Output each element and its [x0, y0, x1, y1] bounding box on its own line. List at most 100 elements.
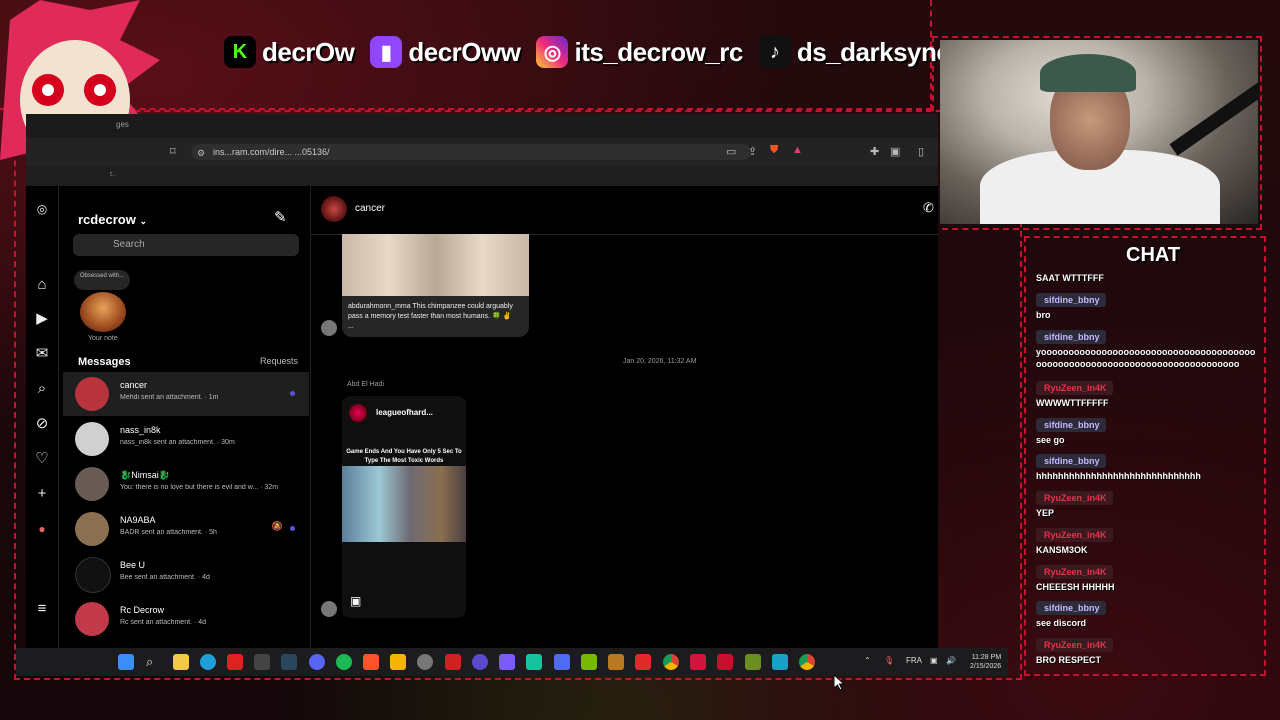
app-icon[interactable] — [717, 654, 733, 670]
instagram-handle: its_decrow_rc — [574, 36, 743, 67]
app-icon[interactable] — [772, 654, 788, 670]
brave-shield-icon[interactable]: ⛊ — [770, 144, 778, 157]
network-icon[interactable]: ▣ — [930, 656, 938, 665]
social-tiktok: ♪ ds_darksync — [758, 36, 951, 68]
reels-icon: ▣ — [350, 594, 362, 608]
note-avatar[interactable] — [80, 292, 126, 332]
reel-thumbnail — [342, 466, 466, 542]
chat-name[interactable]: cancer — [355, 203, 385, 214]
app-icon[interactable] — [254, 654, 270, 670]
edge-icon[interactable] — [200, 654, 216, 670]
reel-account-avatar — [349, 404, 367, 422]
windows-start-icon[interactable] — [118, 654, 134, 670]
cast-icon[interactable]: ▭ — [726, 145, 736, 158]
social-instagram: ◎ its_decrow_rc — [536, 36, 743, 68]
url-text: ins...ram.com/dire... ...05136/ — [213, 147, 330, 157]
conversation-name: Bee U — [120, 560, 146, 570]
conversation-item[interactable]: nass_in8k nass_in8k sent an attachment. … — [63, 417, 309, 461]
search-icon[interactable]: ⌕ — [33, 380, 51, 398]
chat-username: RyuZeen_in4K — [1036, 491, 1113, 505]
muted-bell-icon: 🔕 — [271, 521, 283, 531]
app-icon[interactable] — [526, 654, 542, 670]
sender-name: Abd El Hadi — [347, 381, 384, 388]
account-switcher[interactable]: rcdecrow ⌄ — [78, 212, 147, 227]
app-icon[interactable] — [690, 654, 706, 670]
extensions-icon[interactable]: ✚ — [870, 145, 879, 158]
social-kick: K decrOw — [224, 36, 355, 68]
create-icon[interactable]: + — [33, 485, 51, 503]
app-icon[interactable] — [227, 654, 243, 670]
site-info-icon[interactable]: ⚙ — [197, 145, 205, 161]
app-icon[interactable] — [417, 654, 433, 670]
notifications-icon[interactable]: ♡ — [33, 450, 51, 468]
bookmark-item[interactable]: t.. — [110, 171, 116, 178]
unread-dot — [290, 391, 295, 396]
social-banner: K decrOw ▮ decrOww ◎ its_decrow_rc ♪ ds_… — [224, 36, 958, 68]
address-bar[interactable]: ⚙ ins...ram.com/dire... ...05136/ — [191, 144, 751, 160]
shared-reel[interactable]: leagueofhard... Game Ends And You Have O… — [342, 396, 466, 618]
app-icon[interactable] — [635, 654, 651, 670]
conversation-item[interactable]: Rc Decrow Rc sent an attachment. · 4d — [63, 597, 309, 641]
bookmarks-bar: t.. — [26, 166, 938, 186]
compose-icon[interactable]: ✎ — [274, 208, 287, 226]
wallet-icon[interactable]: ▣ — [890, 145, 900, 158]
app-icon[interactable] — [472, 654, 488, 670]
profile-avatar[interactable]: ● — [33, 520, 51, 538]
chat-username: RyuZeen_in4K — [1036, 565, 1113, 579]
tab-bar: ges — [26, 114, 938, 138]
tray-chevron-icon[interactable]: ⌃ — [864, 656, 871, 665]
menu-icon[interactable]: ≡ — [33, 600, 51, 618]
app-icon[interactable] — [745, 654, 761, 670]
share-icon[interactable]: ⇪ — [748, 145, 757, 158]
app-icon[interactable] — [554, 654, 570, 670]
requests-link[interactable]: Requests — [260, 356, 298, 366]
bookmark-icon[interactable]: ⌑ — [170, 145, 176, 158]
messages-icon[interactable]: ✉ — [33, 345, 51, 363]
chat-message: CHEEESH HHHHH — [1036, 582, 1115, 592]
shared-post[interactable]: abdurahmonn_mma This chimpanzee could ar… — [342, 234, 529, 337]
language-indicator[interactable]: FRA — [906, 656, 922, 665]
conversation-name: Rc Decrow — [120, 605, 165, 615]
app-icon[interactable] — [581, 654, 597, 670]
conversation-item[interactable]: NA9ABA BADR sent an attachment. · 5h 🔕 — [63, 507, 309, 551]
chat-username: RyuZeen_in4K — [1036, 528, 1113, 542]
chat-avatar[interactable] — [321, 196, 347, 222]
reel-title: Game Ends And You Have Only 5 Sec To Typ… — [346, 449, 462, 464]
note-bubble[interactable]: Obsessed with... — [74, 270, 130, 290]
volume-icon[interactable]: 🔊 — [946, 656, 956, 665]
instagram-logo-icon[interactable]: ◎ — [33, 200, 51, 218]
reels-icon[interactable]: ▶ — [33, 310, 51, 328]
conversation-preview: nass_in8k sent an attachment. · 30m — [120, 439, 235, 446]
conversation-item[interactable]: 🐉Nimsai🐉 You: there is no love but there… — [63, 462, 309, 506]
conversation-item[interactable]: Bee U Bee sent an attachment. · 4d — [63, 552, 309, 596]
brave-icon[interactable] — [363, 654, 379, 670]
reel-account-name: leagueofhard... — [376, 408, 433, 417]
steam-icon[interactable] — [281, 654, 297, 670]
chrome-icon[interactable] — [663, 654, 679, 670]
conversation-item[interactable]: cancer Mehdi sent an attachment. · 1m — [63, 372, 309, 416]
chat-message: BRO RESPECT — [1036, 655, 1102, 665]
system-clock[interactable]: 11:28 PM 2/15/2026 — [970, 653, 1001, 671]
search-input[interactable]: Search — [73, 234, 299, 256]
search-icon[interactable]: ⌕ — [146, 654, 162, 670]
conversation-preview: Bee sent an attachment. · 4d — [120, 574, 210, 581]
tab-title[interactable]: ges — [116, 120, 129, 129]
avatar — [75, 602, 109, 636]
kick-handle: decrOw — [262, 36, 355, 67]
app-icon[interactable] — [445, 654, 461, 670]
phone-icon[interactable]: ✆ — [923, 200, 934, 216]
home-icon[interactable]: ⌂ — [33, 276, 51, 294]
app-icon[interactable] — [608, 654, 624, 670]
chat-username: sifdine_bbny — [1036, 601, 1106, 615]
microphone-icon[interactable]: 🎙 — [884, 656, 894, 665]
app-icon[interactable] — [499, 654, 515, 670]
conversation-name: 🐉Nimsai🐉 — [120, 470, 170, 480]
brave-rewards-icon[interactable]: ▲ — [792, 144, 803, 156]
chrome-icon[interactable] — [799, 654, 815, 670]
sidebar-toggle-icon[interactable]: ▯ — [918, 145, 924, 158]
spotify-icon[interactable] — [336, 654, 352, 670]
app-icon[interactable] — [390, 654, 406, 670]
explore-icon[interactable]: ⊘ — [33, 415, 51, 433]
discord-icon[interactable] — [309, 654, 325, 670]
file-explorer-icon[interactable] — [173, 654, 189, 670]
